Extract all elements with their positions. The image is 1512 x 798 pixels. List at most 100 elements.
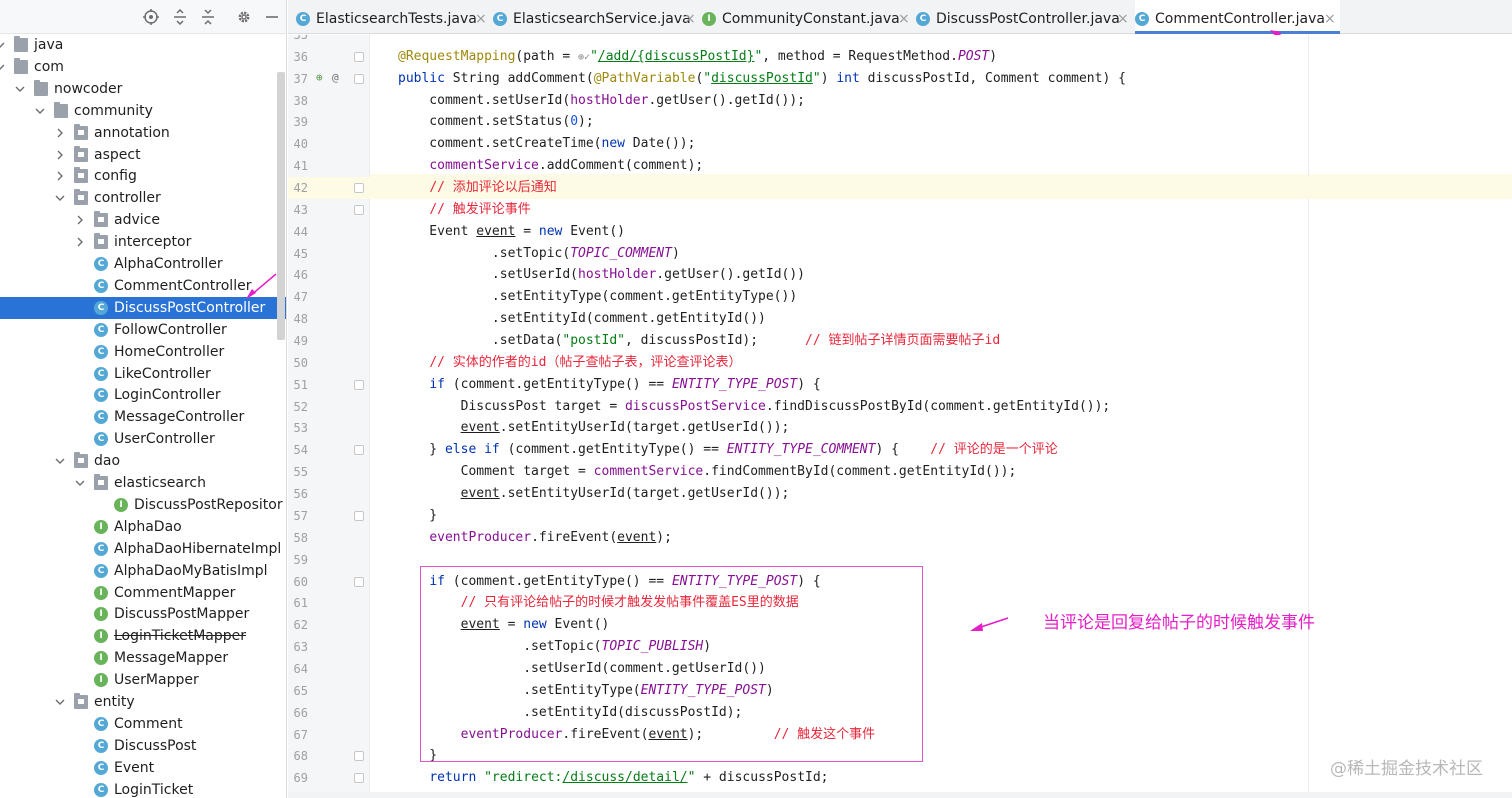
tree-item-discusspostrepositor[interactable]: I DiscussPostRepositor [0, 494, 286, 516]
fold-marker-icon[interactable] [354, 379, 364, 390]
collapse-all-icon[interactable] [200, 9, 216, 25]
tree-item-interceptor[interactable]: interceptor [0, 231, 286, 253]
tree-item-comment[interactable]: C Comment [0, 713, 286, 735]
tab-elasticsearchservice-java[interactable]: C ElasticsearchService.java × [493, 0, 700, 34]
gear-icon[interactable] [236, 9, 252, 25]
chevron-down-icon[interactable] [34, 100, 46, 122]
code-line[interactable]: 38 comment.setUserId(hostHolder.getUser(… [288, 90, 1512, 112]
code-line[interactable]: 39 comment.setStatus(0); [288, 111, 1512, 133]
code-line[interactable]: 50 // 实体的作者的id（帖子查帖子表，评论查评论表） [288, 352, 1512, 374]
endpoint-gutter-icon[interactable]: ⊕ [316, 71, 328, 84]
locate-icon[interactable] [143, 9, 159, 25]
code-line[interactable]: 37 ⊕ @ public String addComment(@PathVariab… [288, 68, 1512, 90]
tab-commentcontroller-java[interactable]: C CommentController.java × [1135, 0, 1340, 34]
tree-item-alphadao[interactable]: I AlphaDao [0, 516, 286, 538]
expand-all-icon[interactable] [172, 9, 188, 25]
tree-item-logincontroller[interactable]: C LoginController [0, 384, 286, 406]
code-line[interactable]: 69 return "redirect:/discuss/detail/" + … [288, 767, 1512, 789]
code-line[interactable]: 46 .setUserId(hostHolder.getUser().getId… [288, 264, 1512, 286]
chevron-down-icon[interactable] [54, 691, 66, 713]
fold-marker-icon[interactable] [354, 183, 364, 194]
close-icon[interactable]: × [1117, 0, 1129, 38]
close-icon[interactable]: × [898, 0, 910, 38]
tree-scrollbar[interactable] [277, 72, 285, 340]
tree-item-alphadaohibernateimpl[interactable]: C AlphaDaoHibernateImpl [0, 538, 286, 560]
tree-item-config[interactable]: config [0, 165, 286, 187]
fold-marker-icon[interactable] [354, 204, 364, 215]
code-line[interactable]: 57 } [288, 505, 1512, 527]
code-line[interactable]: 47 .setEntityType(comment.getEntityType(… [288, 286, 1512, 308]
tree-item-commentmapper[interactable]: I CommentMapper [0, 582, 286, 604]
chevron-down-icon[interactable] [74, 472, 86, 494]
chevron-right-icon[interactable] [74, 231, 86, 253]
chevron-down-icon[interactable] [0, 34, 6, 56]
tree-item-entity[interactable]: entity [0, 691, 286, 713]
code-line[interactable]: 42 // 添加评论以后通知 [288, 177, 1512, 200]
code-line[interactable]: 44 Event event = new Event() [288, 221, 1512, 243]
code-line[interactable]: 68 } [288, 745, 1512, 767]
fold-marker-icon[interactable] [354, 510, 364, 521]
fold-marker-icon[interactable] [354, 576, 364, 587]
code-line[interactable]: 67 eventProducer.fireEvent(event); // 触发… [288, 724, 1512, 746]
tree-item-loginticket[interactable]: C LoginTicket [0, 779, 286, 798]
url-icon[interactable]: ⊕✓ [578, 52, 590, 63]
tree-item-alphadaomybatisimpl[interactable]: C AlphaDaoMyBatisImpl [0, 560, 286, 582]
tree-item-com[interactable]: com [0, 56, 286, 78]
tree-item-annotation[interactable]: annotation [0, 122, 286, 144]
code-line[interactable]: 52 DiscussPost target = discussPostServi… [288, 396, 1512, 418]
tree-item-discusspostcontroller[interactable]: C DiscussPostController [0, 296, 286, 319]
tree-item-nowcoder[interactable]: nowcoder [0, 78, 286, 100]
tree-item-usermapper[interactable]: I UserMapper [0, 669, 286, 691]
tree-item-event[interactable]: C Event [0, 757, 286, 779]
tree-item-usercontroller[interactable]: C UserController [0, 428, 286, 450]
code-line[interactable]: 59 [288, 549, 1512, 571]
tab-communityconstant-java[interactable]: I CommunityConstant.java × [702, 0, 914, 34]
annotation-gutter-icon[interactable]: @ [332, 71, 344, 84]
minimize-icon[interactable] [264, 9, 280, 25]
fold-marker-icon[interactable] [354, 51, 364, 62]
code-line[interactable]: 65 .setEntityType(ENTITY_TYPE_POST) [288, 680, 1512, 702]
chevron-right-icon[interactable] [54, 165, 66, 187]
code-line[interactable]: 49 .setData("postId", discussPostId); //… [288, 330, 1512, 352]
tab-discusspostcontroller-java[interactable]: C DiscussPostController.java × [916, 0, 1133, 34]
code-line[interactable]: 60 if (comment.getEntityType() == ENTITY… [288, 571, 1512, 593]
tree-item-elasticsearch[interactable]: elasticsearch [0, 472, 286, 494]
tree-item-discusspost[interactable]: C DiscussPost [0, 735, 286, 757]
tree-item-aspect[interactable]: aspect [0, 144, 286, 166]
code-line[interactable]: 35 [288, 35, 1512, 46]
tree-item-likecontroller[interactable]: C LikeController [0, 363, 286, 385]
fold-marker-icon[interactable] [354, 73, 364, 84]
code-line[interactable]: 64 .setUserId(comment.getUserId()) [288, 658, 1512, 680]
chevron-right-icon[interactable] [54, 122, 66, 144]
code-line[interactable]: 48 .setEntityId(comment.getEntityId()) [288, 308, 1512, 330]
code-line[interactable]: 56 event.setEntityUserId(target.getUserI… [288, 483, 1512, 505]
code-line[interactable]: 36 @RequestMapping(path = ⊕✓"/add/{discus… [288, 46, 1512, 68]
tree-item-java[interactable]: java [0, 34, 286, 56]
chevron-down-icon[interactable] [54, 450, 66, 472]
tree-item-messagecontroller[interactable]: C MessageController [0, 406, 286, 428]
close-icon[interactable]: × [475, 0, 487, 38]
code-line[interactable]: 40 comment.setCreateTime(new Date()); [288, 133, 1512, 155]
code-line[interactable]: 63 .setTopic(TOPIC_PUBLISH) [288, 636, 1512, 658]
code-line[interactable]: 41 commentService.addComment(comment); [288, 155, 1512, 177]
tree-item-followcontroller[interactable]: C FollowController [0, 319, 286, 341]
code-line[interactable]: 66 .setEntityId(discussPostId); [288, 702, 1512, 724]
chevron-right-icon[interactable] [74, 209, 86, 231]
tree-item-messagemapper[interactable]: I MessageMapper [0, 647, 286, 669]
chevron-down-icon[interactable] [14, 78, 26, 100]
fold-marker-icon[interactable] [354, 773, 364, 784]
code-line[interactable]: 43 // 触发评论事件 [288, 199, 1512, 221]
code-line[interactable]: 45 .setTopic(TOPIC_COMMENT) [288, 243, 1512, 265]
tree-item-loginticketmapper[interactable]: I LoginTicketMapper [0, 625, 286, 647]
fold-marker-icon[interactable] [354, 445, 364, 456]
tree-item-homecontroller[interactable]: C HomeController [0, 341, 286, 363]
chevron-down-icon[interactable] [0, 56, 6, 78]
code-line[interactable]: 62 event = new Event() [288, 614, 1512, 636]
close-icon[interactable]: × [1324, 0, 1336, 38]
tab-elasticsearchtests-java[interactable]: C ElasticsearchTests.java × [296, 0, 491, 34]
code-line[interactable]: 51 if (comment.getEntityType() == ENTITY… [288, 374, 1512, 396]
close-icon[interactable]: × [684, 0, 696, 38]
tree-item-controller[interactable]: controller [0, 187, 286, 209]
code-line[interactable]: 54 } else if (comment.getEntityType() ==… [288, 439, 1512, 461]
fold-marker-icon[interactable] [354, 751, 364, 762]
